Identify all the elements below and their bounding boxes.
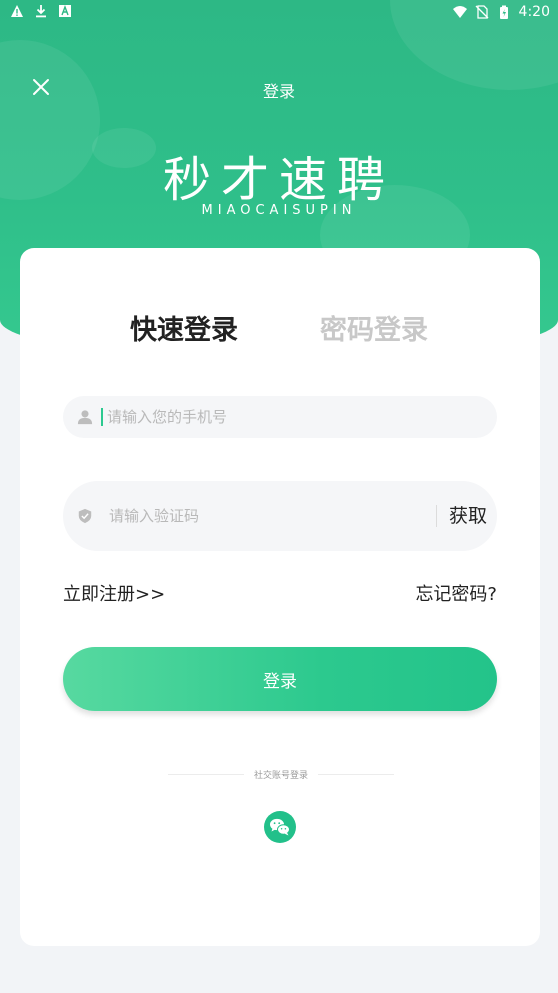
user-icon [77, 410, 93, 425]
divider-line [168, 774, 244, 775]
status-bar: 4:20 [0, 0, 558, 26]
login-card: 快速登录 密码登录 获取 立即注册>> 忘记密码? 登录 社交账号登录 [20, 248, 540, 946]
text-caret [101, 408, 103, 426]
wechat-login-button[interactable] [264, 811, 296, 843]
wechat-icon [270, 818, 290, 836]
divider-line [318, 774, 395, 775]
phone-field[interactable] [63, 396, 497, 438]
brand-subtitle: MIAOCAISUPIN [201, 203, 357, 218]
phone-input[interactable] [105, 407, 497, 427]
status-time: 4:20 [518, 4, 550, 20]
get-code-button[interactable]: 获取 [435, 505, 497, 527]
no-sim-icon [475, 5, 489, 19]
forgot-password-link[interactable]: 忘记密码? [415, 580, 497, 606]
social-login-divider: 社交账号登录 [168, 768, 395, 781]
app-a-icon [59, 5, 71, 17]
battery-icon [499, 5, 508, 19]
download-icon [36, 5, 46, 18]
register-link[interactable]: 立即注册>> [63, 580, 165, 606]
social-login-label: 社交账号登录 [254, 771, 309, 781]
warning-icon [11, 5, 23, 17]
verify-code-field[interactable]: 获取 [63, 481, 497, 551]
brand-logo-text: 秒才速聘 [162, 152, 395, 208]
login-button[interactable]: 登录 [63, 647, 497, 711]
wifi-icon [452, 6, 467, 18]
page-title: 登录 [262, 82, 295, 101]
shield-icon [78, 508, 92, 524]
verify-code-input[interactable] [107, 506, 436, 526]
tab-password-login[interactable]: 密码登录 [320, 308, 428, 347]
tab-quick-login[interactable]: 快速登录 [130, 308, 238, 347]
